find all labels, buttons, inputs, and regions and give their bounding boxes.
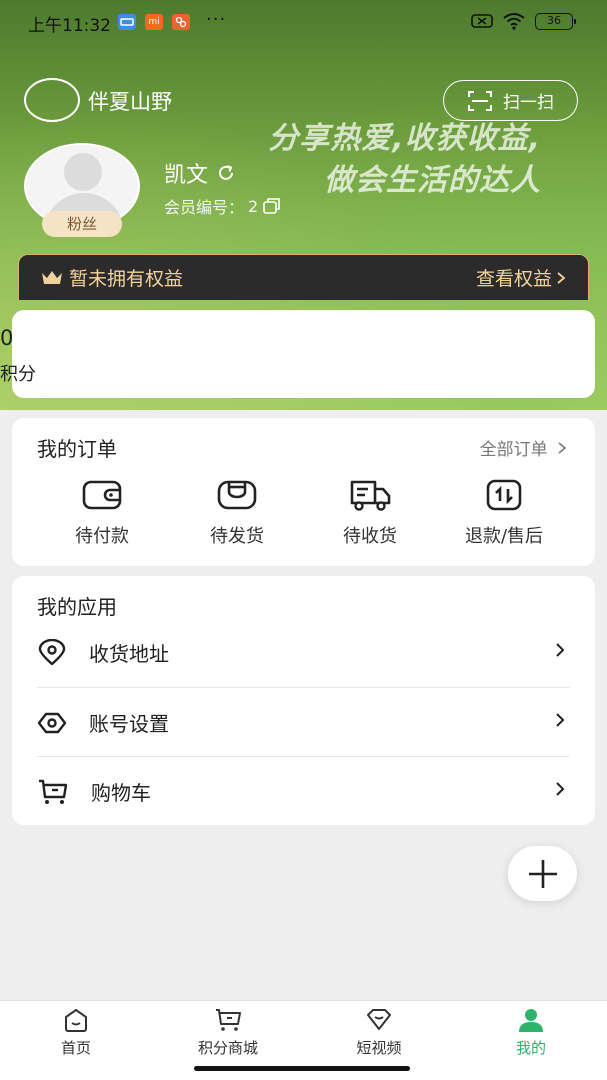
app-shipping-address[interactable]: 收货地址 bbox=[37, 618, 570, 687]
tab-points-mall[interactable]: 积分商城 bbox=[168, 1007, 288, 1058]
package-icon bbox=[217, 480, 257, 510]
sim-off-icon bbox=[471, 14, 493, 28]
tab-home[interactable]: 首页 bbox=[16, 1007, 136, 1058]
membership-rights-bar[interactable]: 暂未拥有权益 查看权益 bbox=[18, 254, 589, 300]
slogan-banner: 分享热爱,收获收益, 做会生活的达人 bbox=[221, 118, 541, 202]
mi-app-icon: mi bbox=[145, 14, 163, 30]
orders-title: 我的订单 bbox=[37, 437, 117, 461]
view-rights-link[interactable]: 查看权益 bbox=[476, 264, 552, 291]
app-shipping-address-label: 收货地址 bbox=[89, 642, 169, 666]
fans-badge[interactable]: 粉丝 bbox=[42, 211, 122, 237]
chevron-right-icon bbox=[556, 643, 565, 657]
scan-button[interactable]: 扫一扫 bbox=[443, 80, 578, 121]
copy-icon[interactable] bbox=[262, 197, 282, 215]
scan-icon bbox=[468, 90, 492, 111]
home-icon bbox=[65, 1008, 87, 1032]
order-pending-shipment-label: 待发货 bbox=[210, 526, 264, 547]
tab-mine[interactable]: 我的 bbox=[471, 1007, 591, 1058]
add-button[interactable] bbox=[508, 846, 577, 901]
tab-home-label: 首页 bbox=[60, 1039, 91, 1057]
status-time: 上午11:32 bbox=[28, 16, 111, 36]
chevron-right-icon bbox=[556, 782, 565, 796]
nickname-row: 凯文 bbox=[164, 157, 236, 189]
refresh-icon[interactable] bbox=[216, 163, 236, 183]
apps-title: 我的应用 bbox=[37, 595, 117, 619]
user-icon bbox=[519, 1009, 543, 1032]
wallet-icon bbox=[82, 480, 122, 510]
scan-label: 扫一扫 bbox=[503, 93, 554, 113]
plus-icon bbox=[528, 859, 557, 888]
slogan-line-1: 分享热爱,收获收益, bbox=[268, 121, 541, 156]
points-value: 0 bbox=[0, 326, 14, 350]
brand-logo bbox=[24, 78, 80, 122]
cart-icon bbox=[39, 779, 68, 804]
chevron-right-icon bbox=[556, 713, 565, 727]
eye-icon bbox=[37, 712, 67, 733]
my-orders-card: 我的订单 全部订单 待付款 待发货 待收货 退款/售后 bbox=[12, 418, 595, 566]
battery-indicator: 36 bbox=[535, 12, 576, 30]
app-shopping-cart-label: 购物车 bbox=[91, 781, 151, 805]
all-orders-link[interactable]: 全部订单 bbox=[480, 435, 567, 460]
all-orders-label: 全部订单 bbox=[479, 440, 548, 460]
order-refund-aftersale-label: 退款/售后 bbox=[464, 526, 544, 547]
tab-points-mall-label: 积分商城 bbox=[197, 1039, 258, 1057]
points-label: 积分 bbox=[0, 364, 36, 385]
orange-app-icon bbox=[172, 14, 190, 30]
app-account-settings[interactable]: 账号设置 bbox=[37, 688, 570, 757]
location-icon bbox=[38, 638, 66, 665]
member-number-row: 会员编号： 2 bbox=[164, 194, 282, 218]
tab-mine-label: 我的 bbox=[515, 1039, 546, 1057]
app-account-settings-label: 账号设置 bbox=[89, 712, 169, 736]
brand-name: 伴夏山野 bbox=[88, 90, 172, 114]
member-number-label: 会员编号： bbox=[164, 198, 245, 217]
truck-icon bbox=[350, 480, 391, 511]
cart-icon bbox=[216, 1009, 241, 1031]
member-number-value: 2 bbox=[248, 196, 259, 216]
crown-icon bbox=[42, 270, 62, 284]
order-refund-aftersale[interactable]: 退款/售后 bbox=[444, 478, 564, 548]
chevron-right-icon bbox=[557, 271, 566, 284]
avatar-head-shape bbox=[64, 153, 102, 191]
diamond-icon bbox=[367, 1009, 391, 1030]
rights-status: 暂未拥有权益 bbox=[69, 268, 184, 290]
refund-icon bbox=[486, 479, 522, 511]
status-more-dots: ··· bbox=[206, 9, 227, 30]
status-bar: 上午11:32 mi ··· 36 bbox=[0, 0, 607, 46]
order-pending-payment[interactable]: 待付款 bbox=[42, 478, 162, 548]
order-pending-receipt[interactable]: 待收货 bbox=[310, 478, 430, 548]
my-apps-card: 我的应用 收货地址 账号设置 购物车 bbox=[12, 576, 595, 825]
tab-short-video[interactable]: 短视频 bbox=[319, 1007, 439, 1058]
wifi-icon bbox=[503, 13, 525, 30]
order-pending-receipt-label: 待收货 bbox=[343, 526, 397, 547]
order-pending-shipment[interactable]: 待发货 bbox=[177, 478, 297, 548]
chevron-right-icon bbox=[558, 442, 567, 454]
home-indicator bbox=[194, 1066, 410, 1071]
order-pending-payment-label: 待付款 bbox=[75, 526, 129, 547]
tab-short-video-label: 短视频 bbox=[356, 1039, 402, 1057]
app-shopping-cart[interactable]: 购物车 bbox=[37, 757, 570, 826]
wallet-app-icon bbox=[118, 14, 136, 30]
nickname: 凯文 bbox=[164, 163, 209, 188]
